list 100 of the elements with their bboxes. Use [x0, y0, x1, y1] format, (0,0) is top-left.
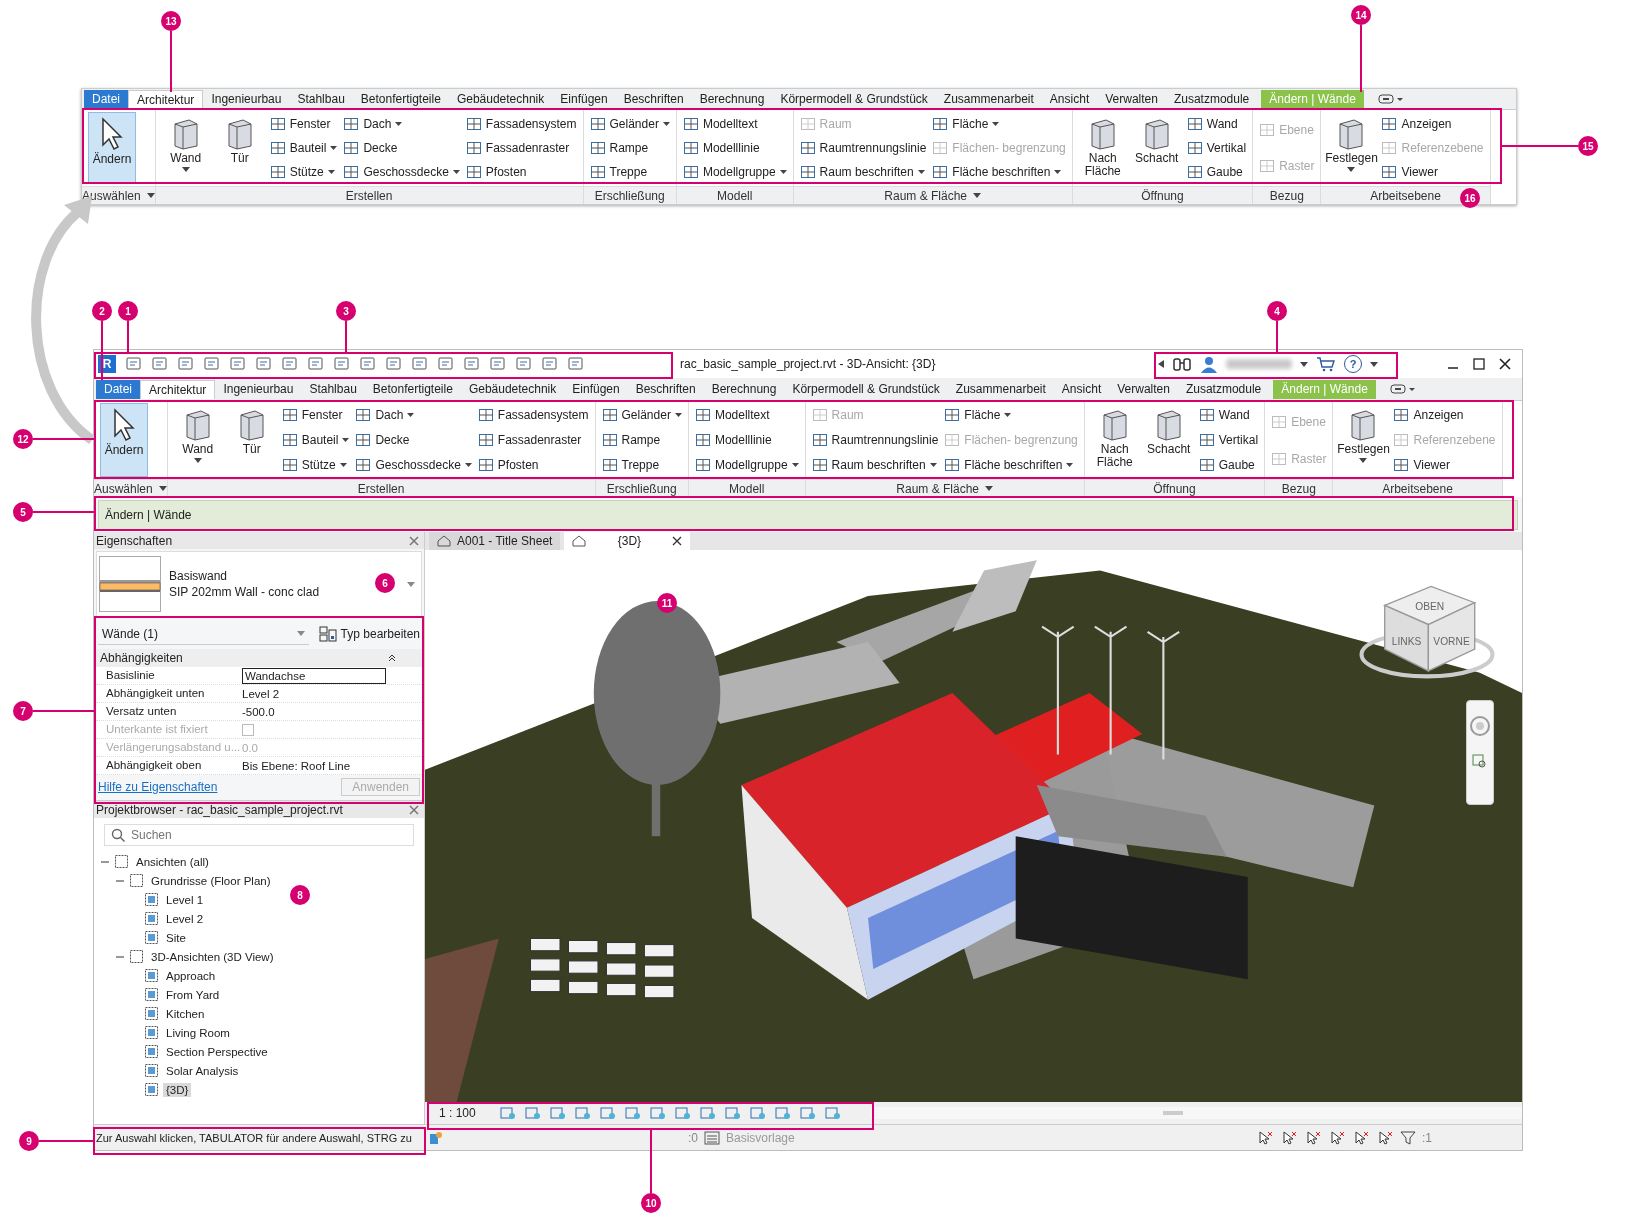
toolbar-icon[interactable] [177, 356, 195, 372]
ribbon-button[interactable]: Rampe [601, 429, 682, 451]
toolbar-icon[interactable] [151, 356, 169, 372]
ribbon-button[interactable]: Bauteil [269, 137, 338, 159]
ribbon-tab[interactable]: Stahlbau [289, 89, 353, 109]
ribbon-tab[interactable]: Datei [84, 89, 128, 109]
ribbon-tab[interactable]: Ingenieurbau [203, 89, 290, 109]
view-control-icon[interactable] [723, 1105, 742, 1121]
property-field[interactable]: Wandachse [242, 667, 386, 684]
tree-item[interactable]: {3D} [163, 1082, 192, 1097]
ribbon-tab[interactable]: Stahlbau [301, 379, 365, 399]
ribbon-tab[interactable]: Ingenieurbau [215, 379, 302, 399]
ribbon-button[interactable]: Treppe [589, 161, 670, 183]
ribbon-button[interactable]: Modelllinie [694, 429, 799, 451]
list-icon[interactable] [704, 1130, 720, 1145]
tree-item[interactable]: Ansichten (all) [133, 854, 212, 869]
ribbon-button[interactable]: Fläche [944, 404, 1078, 427]
help-link[interactable]: Hilfe zu Eigenschaften [98, 780, 218, 794]
ribbon-button[interactable]: Nach Fläche [1078, 112, 1127, 184]
toolbar-icon[interactable] [515, 356, 533, 372]
ribbon-button[interactable]: Vertikal [1198, 429, 1259, 451]
ribbon-tab[interactable]: Datei [96, 379, 140, 399]
ribbon-tab[interactable]: Verwalten [1109, 379, 1178, 399]
workset-icon[interactable] [428, 1129, 444, 1146]
view-control-icon[interactable] [773, 1105, 792, 1121]
ribbon-tab[interactable]: Zusatzmodule [1165, 89, 1258, 109]
caret-icon[interactable] [146, 193, 155, 198]
ribbon-button[interactable]: Vertikal [1186, 137, 1247, 159]
panel-toggle-icon[interactable] [1389, 383, 1416, 395]
toolbar-icon[interactable] [229, 356, 247, 372]
selection-icon[interactable] [1352, 1129, 1370, 1146]
selection-icon[interactable] [1304, 1129, 1322, 1146]
tree-item[interactable]: Site [163, 930, 189, 945]
ribbon-button[interactable]: Wand [1198, 404, 1259, 427]
close-icon[interactable] [672, 536, 683, 546]
toolbar-icon[interactable] [255, 356, 273, 372]
ribbon-button[interactable]: Fläche beschriften [932, 161, 1066, 183]
maximize-icon[interactable] [1472, 357, 1486, 371]
view-control-icon[interactable] [498, 1105, 517, 1121]
view-tab[interactable]: A001 - Title Sheet [429, 532, 561, 550]
ribbon-button[interactable]: Fassadensystem [465, 113, 577, 135]
caret-icon[interactable] [1300, 361, 1308, 367]
cart-icon[interactable] [1316, 356, 1336, 372]
toolbar-icon[interactable] [567, 356, 585, 372]
collapse-icon[interactable] [388, 654, 396, 662]
ribbon-button[interactable]: Stütze [269, 161, 338, 183]
ribbon-button[interactable]: Festlegen [1339, 403, 1388, 477]
ribbon-tab[interactable]: Ansicht [1041, 89, 1098, 109]
toolbar-icon[interactable] [307, 356, 325, 372]
view-control-icon[interactable] [548, 1105, 567, 1121]
ribbon-button[interactable]: Bauteil [281, 429, 350, 451]
view-control-icon[interactable] [523, 1105, 542, 1121]
ribbon-tab[interactable]: Einfügen [564, 379, 628, 399]
tree-item[interactable]: Grundrisse (Floor Plan) [148, 873, 274, 888]
view-control-icon[interactable] [648, 1105, 667, 1121]
view-control-icon[interactable] [623, 1105, 642, 1121]
caret-icon[interactable] [1158, 360, 1164, 368]
selection-icon[interactable] [1328, 1129, 1346, 1146]
user-icon[interactable] [1200, 355, 1218, 373]
toolbar-icon[interactable] [541, 356, 559, 372]
ribbon-button[interactable]: Fenster [269, 113, 338, 135]
ribbon-button[interactable]: Geschossdecke [355, 453, 472, 476]
ribbon-button[interactable]: Raum beschriften [799, 161, 927, 183]
tree-item[interactable]: Section Perspective [163, 1044, 271, 1059]
ribbon-button[interactable]: Modelllinie [682, 137, 787, 159]
ribbon-tab[interactable]: Architektur [140, 379, 216, 399]
toolbar-icon[interactable] [385, 356, 403, 372]
ribbon-button[interactable]: Modellgruppe [682, 161, 787, 183]
tree-item[interactable]: From Yard [163, 987, 223, 1002]
ribbon-button[interactable]: Decke [355, 429, 472, 451]
tree-item[interactable]: Kitchen [163, 1006, 208, 1021]
ribbon-button[interactable]: Fläche [932, 113, 1066, 135]
toolbar-icon[interactable] [359, 356, 377, 372]
view-tab[interactable]: {3D} [564, 532, 691, 550]
view-control-icon[interactable] [598, 1105, 617, 1121]
ribbon-button[interactable]: Tür [215, 112, 264, 184]
toolbar-icon[interactable] [437, 356, 455, 372]
ribbon-button[interactable]: Anzeigen [1381, 113, 1484, 135]
edit-type-button[interactable]: Typ bearbeiten [318, 626, 420, 642]
toolbar-icon[interactable] [125, 356, 143, 372]
tree-item[interactable]: Living Room [163, 1025, 233, 1040]
binoculars-icon[interactable] [1172, 356, 1192, 372]
view-control-icon[interactable] [698, 1105, 717, 1121]
tree-item[interactable]: Level 2 [163, 911, 207, 926]
toolbar-icon[interactable] [489, 356, 507, 372]
view-control-icon[interactable] [798, 1105, 817, 1121]
ribbon-button[interactable]: Viewer [1393, 453, 1496, 476]
view-control-icon[interactable] [748, 1105, 767, 1121]
view-control-icon[interactable] [573, 1105, 592, 1121]
search-field[interactable]: Suchen [104, 824, 414, 846]
ribbon-button[interactable]: Wand [161, 112, 210, 184]
panel-toggle-icon[interactable] [1377, 93, 1404, 105]
ribbon-button[interactable]: Dach [355, 404, 472, 427]
caret-icon[interactable] [973, 193, 982, 198]
ribbon-button[interactable]: Anzeigen [1393, 404, 1496, 427]
ribbon-button[interactable]: Fenster [281, 404, 350, 427]
ribbon-tab[interactable]: Zusammenarbeit [935, 89, 1042, 109]
ribbon-tab[interactable]: Zusatzmodule [1177, 379, 1270, 399]
ribbon-button[interactable]: Tür [227, 403, 276, 477]
ribbon-button[interactable]: Ändern [88, 112, 136, 184]
